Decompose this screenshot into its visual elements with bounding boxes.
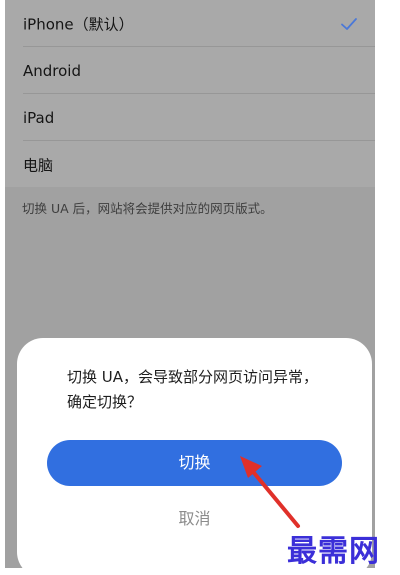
ua-option-ipad[interactable]: iPad [5,94,375,141]
ua-option-iphone[interactable]: iPhone（默认） [5,0,375,47]
ua-option-label: iPad [23,108,55,127]
ua-option-label: 电脑 [23,156,54,174]
ua-hint-text: 切换 UA 后，网站将会提供对应的网页版式。 [22,201,273,216]
ua-option-desktop[interactable]: 电脑 [5,141,375,188]
ua-settings-screen: iPhone（默认） Android iPad 电脑 切换 UA 后，网站将会提… [5,0,375,568]
arrow-annotation-icon [240,456,300,528]
ua-option-label: Android [23,61,81,80]
checkmark-icon [341,17,357,30]
watermark-logo: 最需网 [287,534,380,569]
ua-option-label: iPhone（默认） [23,15,134,33]
ua-option-android[interactable]: Android [5,47,375,94]
dialog-message: 切换 UA，会导致部分网页访问异常，确定切换？ [67,368,319,411]
cancel-button[interactable]: 取消 [147,504,242,534]
